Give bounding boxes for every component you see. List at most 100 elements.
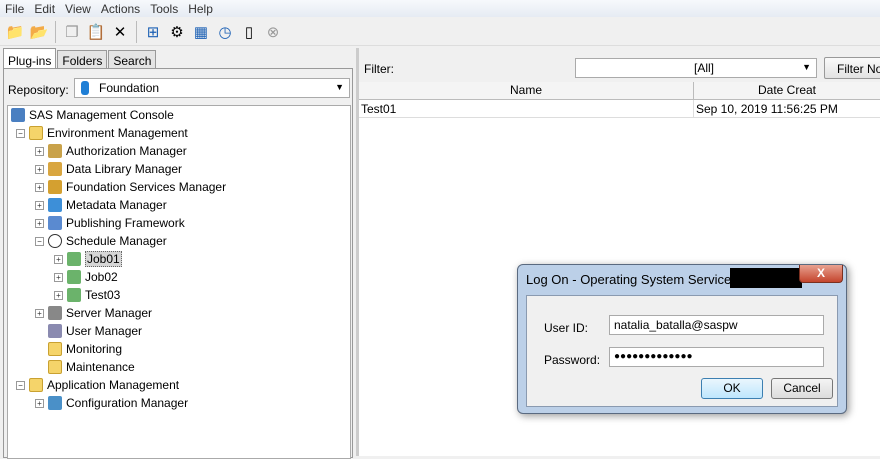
- close-button[interactable]: X: [799, 265, 843, 283]
- expand-icon[interactable]: +: [54, 290, 63, 300]
- stop-icon[interactable]: ⊗: [262, 21, 284, 43]
- job-icon: [67, 288, 81, 302]
- toolbar-separator: [55, 20, 56, 43]
- paste-icon[interactable]: 📋: [85, 21, 107, 43]
- tree-item-server-manager[interactable]: + Server Manager: [35, 304, 152, 322]
- user-id-field[interactable]: natalia_batalla@saspw: [609, 315, 824, 335]
- folder-icon: [29, 126, 43, 140]
- left-panel: Plug-ins Folders Search Repository: Foun…: [0, 48, 356, 459]
- user-id-label: User ID:: [544, 321, 589, 335]
- collapse-icon[interactable]: −: [35, 236, 44, 246]
- cell-name: Test01: [359, 100, 694, 117]
- tree-item-schedule-manager[interactable]: − Schedule Manager: [35, 232, 167, 250]
- filter-bar: Filter: [All] ▼ Filter Now: [359, 48, 880, 82]
- expand-icon[interactable]: +: [35, 308, 44, 318]
- up-folder-icon[interactable]: 📁: [4, 21, 26, 43]
- tree-item-application-management[interactable]: − Application Management: [16, 376, 179, 394]
- delete-icon[interactable]: ✕: [109, 21, 131, 43]
- gear-icon[interactable]: ⚙: [166, 21, 188, 43]
- table-header: Name Date Creat: [359, 82, 880, 100]
- filter-select[interactable]: [All] ▼: [575, 58, 817, 78]
- folder-icon: [48, 360, 62, 374]
- menu-tools[interactable]: Tools: [145, 2, 183, 16]
- expand-icon[interactable]: +: [35, 218, 44, 228]
- tree-item-job02[interactable]: + Job02: [54, 268, 118, 286]
- tree-item-label: Monitoring: [66, 342, 123, 356]
- ok-button[interactable]: OK: [701, 378, 763, 399]
- password-field[interactable]: ●●●●●●●●●●●●●: [609, 347, 824, 367]
- menu-help[interactable]: Help: [183, 2, 218, 16]
- password-label: Password:: [544, 353, 601, 367]
- expand-icon[interactable]: +: [35, 182, 44, 192]
- chevron-down-icon: ▼: [335, 82, 344, 92]
- tree-item-sas-management-console[interactable]: SAS Management Console: [11, 106, 174, 124]
- user-icon: [48, 324, 62, 338]
- redacted-block: [730, 268, 802, 288]
- tree-item-configuration-manager[interactable]: + Configuration Manager: [35, 394, 188, 412]
- config-icon: [48, 396, 62, 410]
- tree-item-environment-management[interactable]: − Environment Management: [16, 124, 188, 142]
- tree-item-data-library-manager[interactable]: + Data Library Manager: [35, 160, 182, 178]
- server-icon[interactable]: ▯: [238, 21, 260, 43]
- tree-item-label: Data Library Manager: [66, 162, 183, 176]
- tree-item-monitoring[interactable]: Monitoring: [35, 340, 122, 358]
- menu-actions[interactable]: Actions: [96, 2, 145, 16]
- expand-icon[interactable]: +: [54, 254, 63, 264]
- plugin-tree: SAS Management Console − Environment Manag…: [7, 105, 351, 459]
- repository-select[interactable]: Foundation ▼: [74, 78, 350, 98]
- column-header-name[interactable]: Name: [359, 82, 694, 99]
- tree-item-label: Maintenance: [66, 360, 135, 374]
- tree-item-label: Foundation Services Manager: [66, 180, 227, 194]
- tree-item-test03[interactable]: + Test03: [54, 286, 120, 304]
- repository-icon: [81, 81, 89, 95]
- repository-value: Foundation: [99, 81, 160, 95]
- toolbar: 📁 📂 ❐ 📋 ✕ ⊞ ⚙ ▦ ◷ ▯ ⊗: [0, 18, 880, 46]
- tree-item-label: Publishing Framework: [66, 216, 185, 230]
- tree-item-label: Authorization Manager: [66, 144, 187, 158]
- open-folder-icon[interactable]: 📂: [28, 21, 50, 43]
- tab-search[interactable]: Search: [108, 50, 157, 70]
- tree-item-label: Server Manager: [66, 306, 153, 320]
- logon-dialog: Log On - Operating System Services - u X…: [517, 264, 847, 414]
- cancel-button[interactable]: Cancel: [771, 378, 833, 399]
- tab-strip: Plug-ins Folders Search: [3, 48, 157, 70]
- menu-edit[interactable]: Edit: [29, 2, 60, 16]
- tree-item-label: User Manager: [66, 324, 143, 338]
- menu-file[interactable]: File: [0, 2, 29, 16]
- tree-item-label: Schedule Manager: [66, 234, 167, 248]
- filter-value: [All]: [694, 61, 715, 75]
- folder-icon: [29, 378, 43, 392]
- expand-icon[interactable]: +: [54, 272, 63, 282]
- tree-item-label: Job01: [85, 251, 122, 267]
- tree-item-label: Metadata Manager: [66, 198, 167, 212]
- tab-plug-ins[interactable]: Plug-ins: [3, 48, 57, 70]
- menu-bar: File Edit View Actions Tools Help: [0, 0, 880, 17]
- filter-now-button[interactable]: Filter Now: [824, 57, 880, 79]
- svc-icon: [48, 180, 62, 194]
- menu-view[interactable]: View: [60, 2, 96, 16]
- folder-icon: [48, 342, 62, 356]
- collapse-icon[interactable]: −: [16, 128, 25, 138]
- expand-icon[interactable]: +: [35, 398, 44, 408]
- flow-icon[interactable]: ⊞: [142, 21, 164, 43]
- expand-icon[interactable]: +: [35, 146, 44, 156]
- tree-item-authorization-manager[interactable]: + Authorization Manager: [35, 142, 187, 160]
- tree-item-foundation-services-manager[interactable]: + Foundation Services Manager: [35, 178, 226, 196]
- expand-icon[interactable]: +: [35, 200, 44, 210]
- table-row[interactable]: Test01 Sep 10, 2019 11:56:25 PM: [359, 100, 880, 118]
- collapse-icon[interactable]: −: [16, 380, 25, 390]
- tab-folders[interactable]: Folders: [57, 50, 108, 70]
- clock-icon[interactable]: ◷: [214, 21, 236, 43]
- tree-item-publishing-framework[interactable]: + Publishing Framework: [35, 214, 185, 232]
- deploy-icon[interactable]: ▦: [190, 21, 212, 43]
- column-header-date[interactable]: Date Creat: [694, 82, 880, 99]
- tree-item-job01[interactable]: + Job01: [54, 250, 122, 268]
- tree-item-metadata-manager[interactable]: + Metadata Manager: [35, 196, 167, 214]
- copy-icon[interactable]: ❐: [61, 21, 83, 43]
- tree-item-maintenance[interactable]: Maintenance: [35, 358, 135, 376]
- dialog-title: Log On - Operating System Services - u: [526, 272, 757, 287]
- tree-item-label: SAS Management Console: [29, 108, 174, 122]
- server-icon: [48, 306, 62, 320]
- expand-icon[interactable]: +: [35, 164, 44, 174]
- tree-item-user-manager[interactable]: User Manager: [35, 322, 142, 340]
